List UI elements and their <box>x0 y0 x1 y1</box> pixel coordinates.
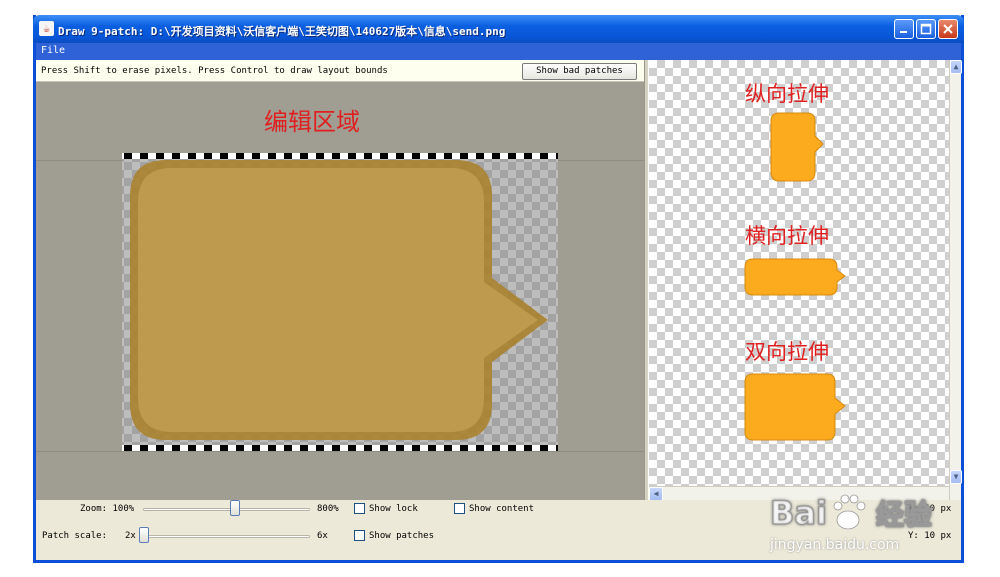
paw-icon <box>833 494 866 530</box>
show-patches-label: Show patches <box>369 531 435 541</box>
app-window: ☕ Draw 9-patch: D:\开发项目资料\沃信客户端\王笑切图\140… <box>33 15 964 563</box>
svg-text:经验: 经验 <box>876 498 932 531</box>
preview-canvas <box>744 112 846 441</box>
zoom-max-label: 800% <box>317 504 339 514</box>
info-bar: Press Shift to erase pixels. Press Contr… <box>36 60 644 82</box>
baidu-watermark-url: jingyan.baidu.com <box>770 537 900 553</box>
editor-panel[interactable]: Press Shift to erase pixels. Press Contr… <box>36 60 644 500</box>
preview-vscrollbar[interactable]: ▲ ▼ <box>949 60 962 500</box>
show-patches-checkbox[interactable] <box>354 530 365 541</box>
zoom-label: Zoom: 100% <box>80 504 135 514</box>
scroll-left-arrow-icon[interactable]: ◀ <box>649 487 663 501</box>
patch-marker-bottom <box>122 445 558 451</box>
scroll-down-arrow-icon[interactable]: ▼ <box>950 470 962 484</box>
minimize-button[interactable] <box>894 19 914 39</box>
preview-bubble-vertical <box>770 112 824 182</box>
info-text: Press Shift to erase pixels. Press Contr… <box>41 66 388 76</box>
show-content-label: Show content <box>469 504 535 514</box>
watermark-text: Bai <box>770 494 827 532</box>
patch-scale-slider-track[interactable] <box>143 535 310 538</box>
java-app-icon: ☕ <box>39 21 54 36</box>
preview-label-both: 双向拉伸 <box>745 340 829 364</box>
show-lock-label: Show lock <box>369 504 418 514</box>
bubble-body <box>138 168 538 432</box>
baidu-watermark-logo: Bai 经验 <box>768 488 968 534</box>
preview-bubble-both <box>744 373 846 441</box>
menu-file[interactable]: File <box>41 45 65 56</box>
patch-scale-label: Patch scale: <box>42 531 108 541</box>
close-button[interactable] <box>938 19 958 39</box>
scroll-up-arrow-icon[interactable]: ▲ <box>950 60 962 74</box>
show-content-checkbox[interactable] <box>454 503 465 514</box>
main-area: Press Shift to erase pixels. Press Contr… <box>36 60 962 501</box>
show-lock-checkbox[interactable] <box>354 503 365 514</box>
menu-bar: File <box>36 43 961 60</box>
maximize-button[interactable] <box>916 19 936 39</box>
patch-scale-slider-thumb[interactable] <box>139 527 149 543</box>
title-bar[interactable]: ☕ Draw 9-patch: D:\开发项目资料\沃信客户端\王笑切图\140… <box>33 15 964 43</box>
show-bad-patches-button[interactable]: Show bad patches <box>522 63 637 80</box>
zoom-slider-thumb[interactable] <box>230 500 241 516</box>
window-title: Draw 9-patch: D:\开发项目资料\沃信客户端\王笑切图\14062… <box>58 25 506 38</box>
patch-marker-top <box>122 153 558 159</box>
ninepatch-canvas[interactable] <box>36 82 644 500</box>
patch-scale-max-label: 6x <box>317 531 328 541</box>
patch-scale-min-label: 2x <box>125 531 136 541</box>
preview-bubble-horizontal <box>744 258 846 296</box>
preview-panel: 纵向拉伸 横向拉伸 双向拉伸 <box>649 60 949 500</box>
preview-label-horizontal: 横向拉伸 <box>745 224 829 248</box>
zoom-slider-track[interactable] <box>143 508 310 511</box>
